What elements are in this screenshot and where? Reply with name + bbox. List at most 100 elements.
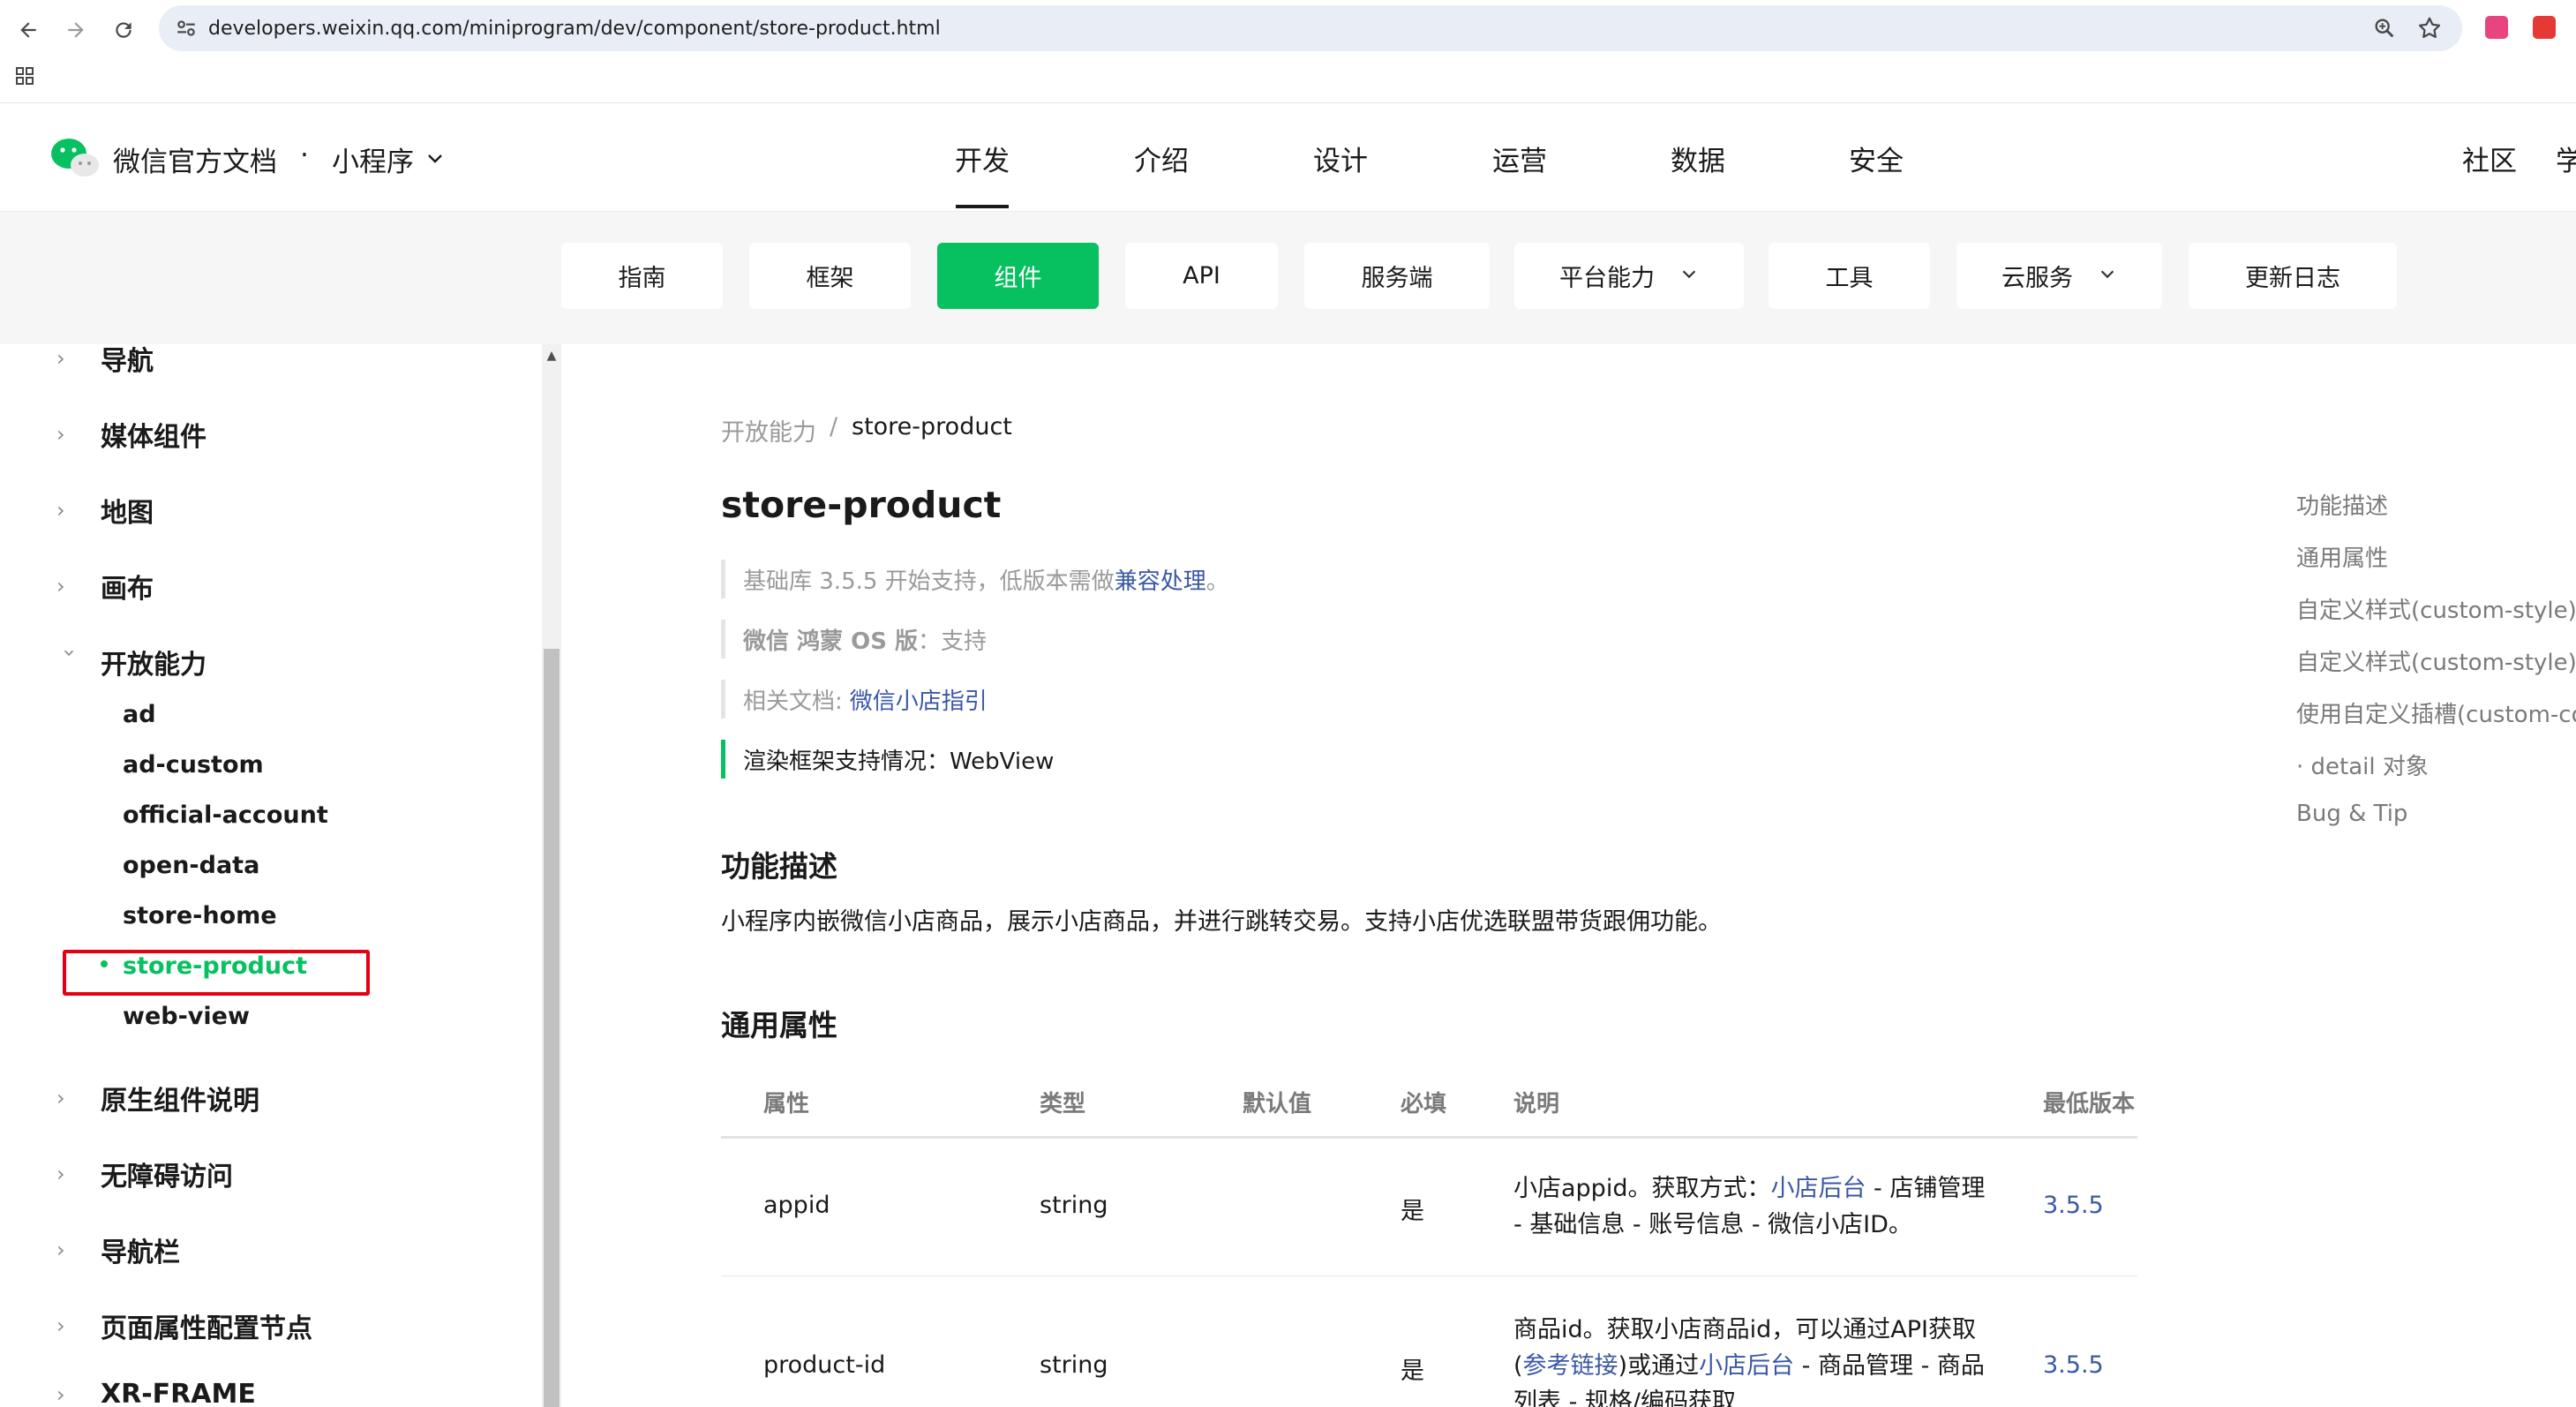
nav-security[interactable]: 安全 — [1823, 104, 1929, 212]
sidebar-group-map[interactable]: › 地图 — [56, 491, 154, 530]
nav-learn[interactable]: 学 — [2556, 104, 2576, 212]
desc-text: 小店appid。获取方式： — [1513, 1175, 1771, 1202]
tab-cloud-label: 云服务 — [2001, 265, 2073, 292]
tab-guide[interactable]: 指南 — [561, 243, 723, 309]
scroll-up-icon[interactable]: ▲ — [542, 346, 561, 365]
nav-intro[interactable]: 介绍 — [1108, 104, 1214, 212]
sidebar-group-native-components[interactable]: › 原生组件说明 — [56, 1079, 259, 1117]
tab-api[interactable]: API — [1125, 243, 1278, 309]
store-admin-link[interactable]: 小店后台 — [1699, 1352, 1794, 1380]
toc-item[interactable]: Bug & Tip — [2296, 801, 2407, 827]
reference-link[interactable]: 参考链接 — [1523, 1352, 1618, 1380]
toc-item[interactable]: · detail 对象 — [2296, 749, 2429, 781]
sidebar-item-open-data[interactable]: open-data — [123, 852, 259, 879]
address-bar[interactable]: developers.weixin.qq.com/miniprogram/dev… — [159, 5, 2462, 51]
sidebar-item-web-view[interactable]: web-view — [123, 1003, 250, 1030]
toc-item[interactable]: 通用属性 — [2296, 540, 2388, 573]
sidebar-item-official-account[interactable]: official-account — [123, 801, 328, 829]
chevron-right-icon: › — [56, 574, 65, 598]
back-icon[interactable] — [11, 12, 46, 48]
sidebar-group-canvas[interactable]: › 画布 — [56, 567, 154, 606]
chevron-down-icon — [2098, 264, 2117, 289]
sidebar-group-navigation[interactable]: › 导航 — [56, 339, 154, 378]
sidebar-group-open-capabilities[interactable]: › 开放能力 — [56, 643, 207, 681]
breadcrumb-current: store-product — [852, 413, 1012, 440]
store-admin-link[interactable]: 小店后台 — [1770, 1175, 1866, 1202]
nav-data[interactable]: 数据 — [1645, 104, 1751, 212]
sidebar-item-ad-custom[interactable]: ad-custom — [123, 751, 264, 779]
note-text: 相关文档: — [743, 688, 843, 715]
tab-components[interactable]: 组件 — [937, 243, 1099, 309]
breadcrumb-separator: / — [830, 413, 838, 440]
th-property: 属性 — [763, 1091, 810, 1117]
chevron-right-icon: › — [56, 346, 65, 371]
nav-design[interactable]: 设计 — [1288, 104, 1393, 212]
cell-name: product-id — [763, 1351, 886, 1379]
sidebar-group-accessibility[interactable]: › 无障碍访问 — [56, 1155, 233, 1193]
toc-item[interactable]: 自定义样式(custom-style)示 — [2296, 644, 2576, 677]
chevron-right-icon: › — [56, 1162, 65, 1186]
nav-community[interactable]: 社区 — [2450, 104, 2529, 212]
sidebar-group-media[interactable]: › 媒体组件 — [56, 415, 207, 454]
sidebar-group-xr-frame[interactable]: › XR-FRAME — [56, 1379, 256, 1407]
zoom-icon[interactable] — [2372, 16, 2397, 44]
properties-table: 属性 类型 默认值 必填 说明 最低版本 appid string 是 小店ap… — [721, 1068, 2137, 1407]
nav-operation[interactable]: 运营 — [1467, 104, 1573, 212]
site-settings-icon[interactable] — [175, 17, 198, 43]
th-default: 默认值 — [1243, 1091, 1312, 1117]
translate-extension-icon[interactable] — [2485, 16, 2508, 39]
reload-icon[interactable] — [106, 12, 141, 48]
tab-server[interactable]: 服务端 — [1304, 243, 1490, 309]
chevron-right-icon: › — [56, 1086, 65, 1110]
sidebar-group-label: 画布 — [101, 574, 154, 605]
product-label: 小程序 — [332, 147, 414, 178]
tab-framework[interactable]: 框架 — [749, 243, 911, 309]
product-dropdown[interactable]: 小程序 — [332, 139, 446, 179]
toc-item[interactable]: 功能描述 — [2296, 488, 2388, 521]
toc-item[interactable]: 使用自定义插槽(custom-co — [2296, 696, 2576, 729]
url-text: developers.weixin.qq.com/miniprogram/dev… — [208, 17, 941, 40]
note-text: 基础库 3.5.5 开始支持，低版本需做 — [743, 568, 1115, 595]
tab-platform-label: 平台能力 — [1559, 265, 1655, 292]
sidebar-group-navbar[interactable]: › 导航栏 — [56, 1230, 180, 1269]
note-base-library: 基础库 3.5.5 开始支持，低版本需做 兼容处理 。 — [721, 560, 1229, 598]
tab-platform[interactable]: 平台能力 — [1514, 243, 1744, 309]
desc-text: )或通过 — [1618, 1352, 1700, 1380]
cell-type: string — [1040, 1192, 1108, 1219]
chevron-right-icon: › — [56, 1313, 65, 1338]
wechat-logo-icon[interactable] — [49, 136, 101, 184]
highlight-annotation — [63, 950, 370, 996]
breadcrumb-parent[interactable]: 开放能力 — [721, 413, 816, 448]
tab-tools[interactable]: 工具 — [1769, 243, 1930, 309]
cell-version[interactable]: 3.5.5 — [2043, 1351, 2104, 1379]
chevron-down-icon: › — [57, 649, 82, 658]
apps-icon[interactable] — [14, 65, 35, 90]
nav-dev[interactable]: 开发 — [929, 104, 1035, 212]
section-title-description: 功能描述 — [721, 849, 837, 884]
compat-link[interactable]: 兼容处理 — [1115, 563, 1206, 596]
chevron-down-icon — [424, 144, 446, 176]
chevron-down-icon — [1679, 264, 1699, 289]
store-guide-link[interactable]: 微信小店指引 — [850, 683, 988, 716]
forward-icon[interactable] — [58, 12, 94, 48]
section-title-properties: 通用属性 — [721, 1008, 837, 1042]
extension-icon[interactable] — [2533, 16, 2556, 39]
sidebar-item-ad[interactable]: ad — [123, 701, 156, 728]
sidebar-group-label: XR-FRAME — [101, 1379, 256, 1407]
sidebar-item-store-home[interactable]: store-home — [123, 902, 277, 929]
th-type: 类型 — [1040, 1091, 1086, 1117]
toc-item[interactable]: 自定义样式(custom-style) — [2296, 592, 2576, 625]
description-text: 小程序内嵌微信小店商品，展示小店商品，并进行跳转交易。支持小店优选联盟带货跟佣功… — [721, 908, 1722, 936]
brand-title[interactable]: 微信官方文档 — [113, 139, 277, 179]
chevron-right-icon: › — [56, 1381, 65, 1407]
header-separator: · — [300, 139, 309, 171]
tab-cloud[interactable]: 云服务 — [1956, 243, 2162, 309]
star-icon[interactable] — [2416, 15, 2443, 45]
cell-version[interactable]: 3.5.5 — [2043, 1192, 2104, 1219]
cell-description: 商品id。获取小店商品id，可以通过API获取(参考链接)或通过小店后台 - 商… — [1513, 1312, 1990, 1407]
cell-description: 小店appid。获取方式：小店后台 - 店铺管理 - 基础信息 - 账号信息 -… — [1513, 1170, 1990, 1243]
scrollbar-thumb[interactable] — [544, 649, 560, 1407]
sidebar-group-label: 导航栏 — [101, 1238, 180, 1268]
tab-changelog[interactable]: 更新日志 — [2189, 243, 2397, 309]
sidebar-group-page-config[interactable]: › 页面属性配置节点 — [56, 1306, 312, 1345]
